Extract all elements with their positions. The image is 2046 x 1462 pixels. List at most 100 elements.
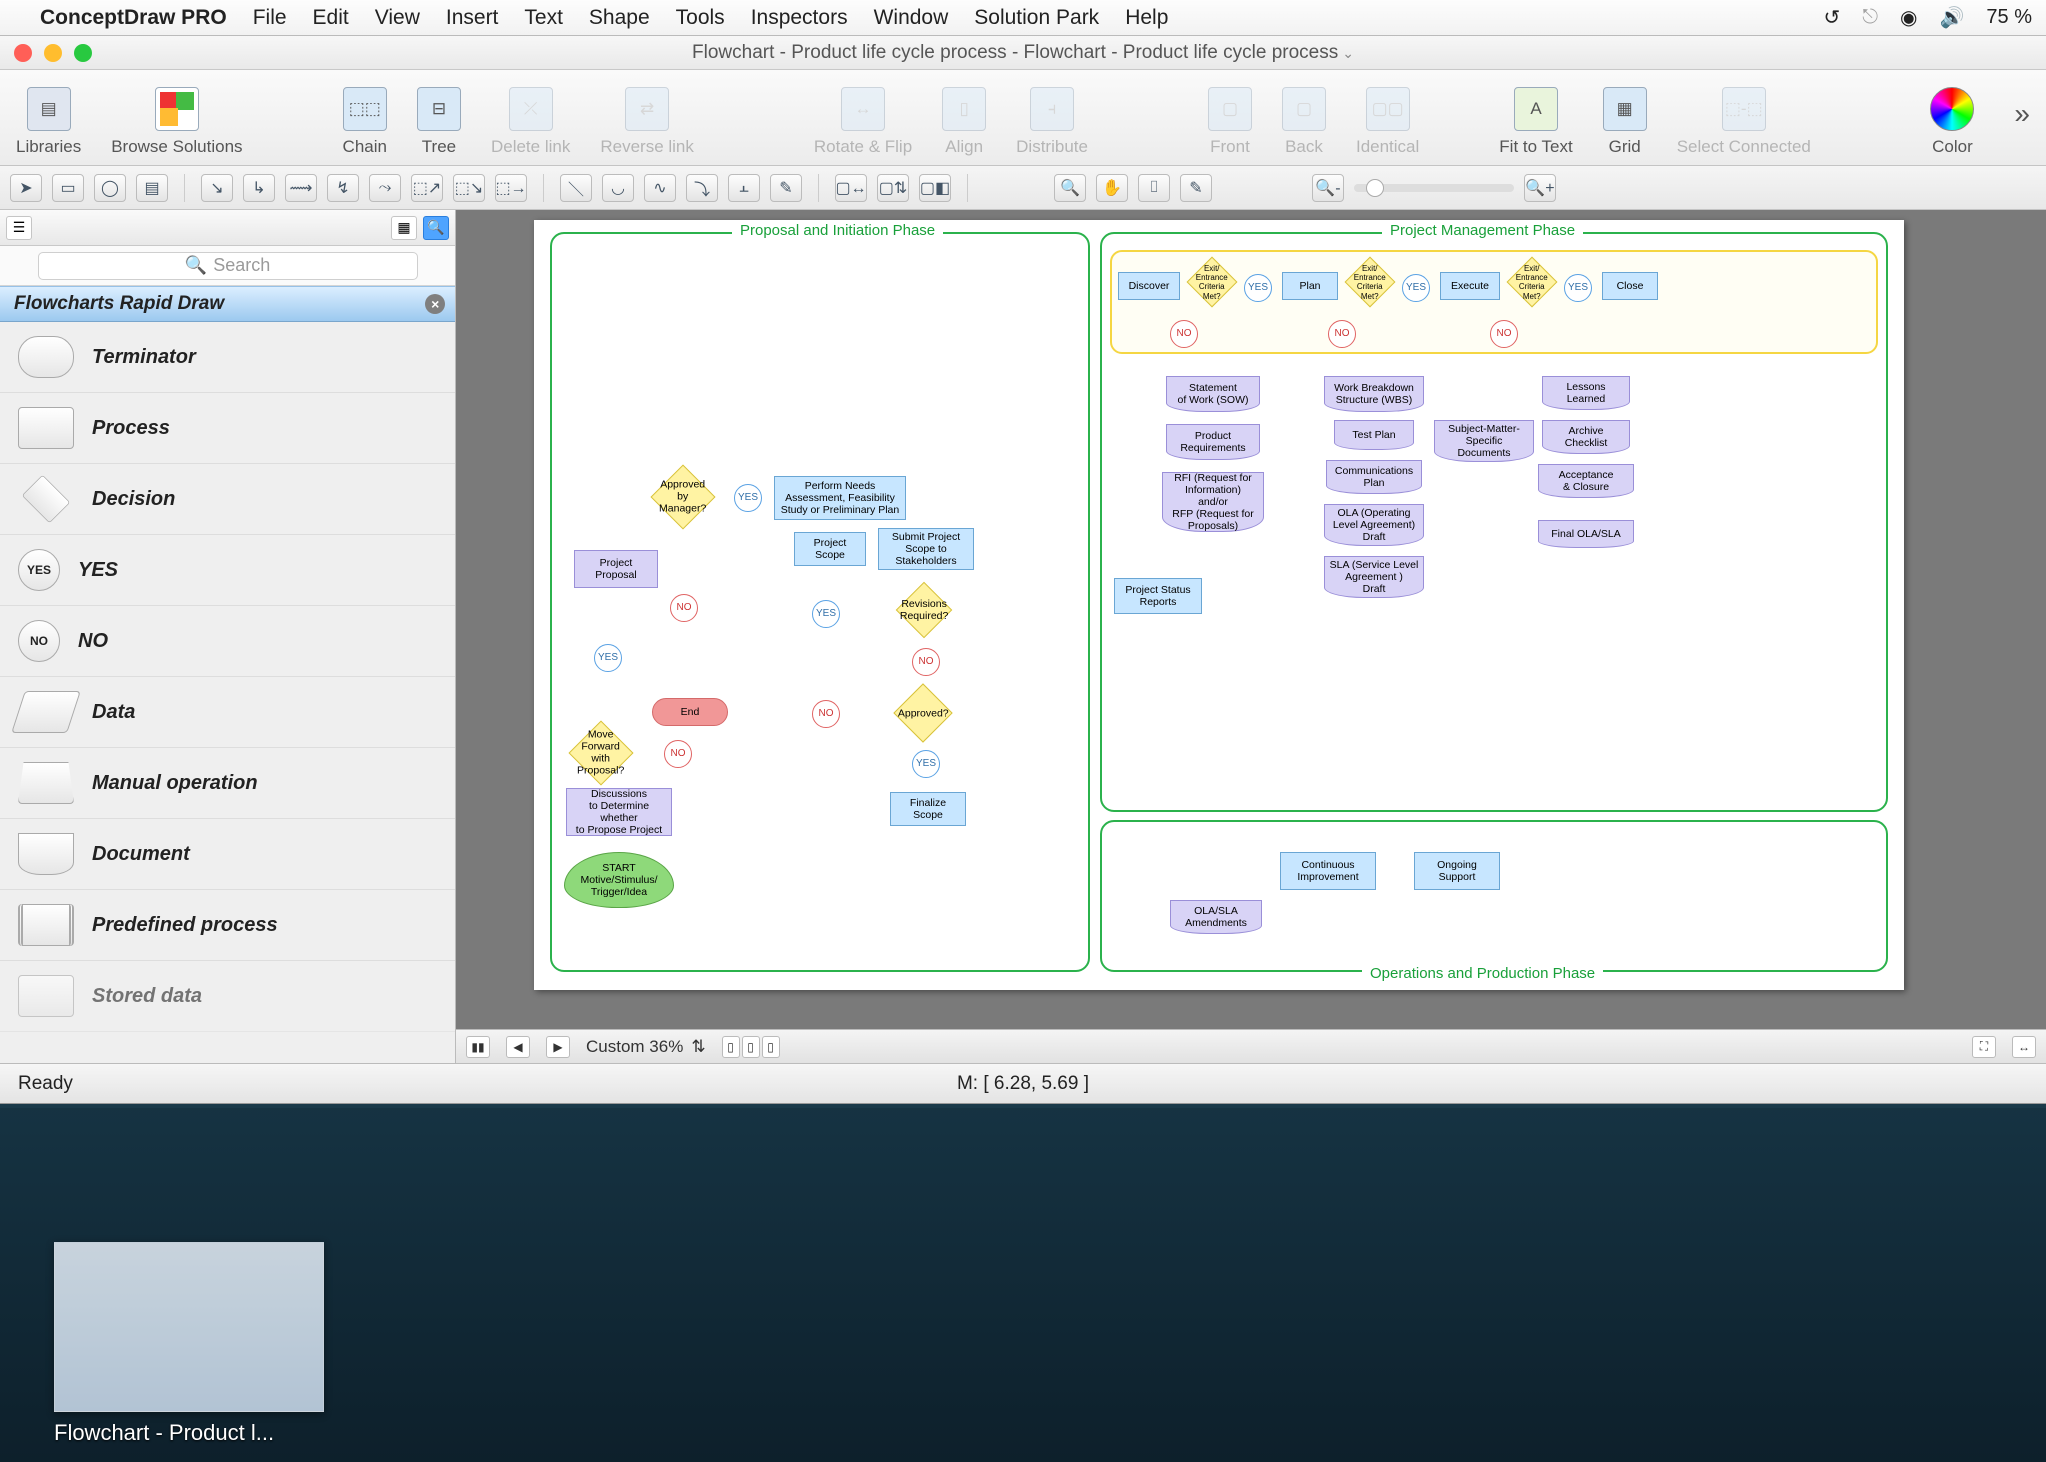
drawing-page[interactable]: Proposal and Initiation Phase Project Ma… bbox=[534, 220, 1904, 990]
node-comm[interactable]: Communications Plan bbox=[1326, 460, 1422, 494]
no-circle-7[interactable]: NO bbox=[1490, 320, 1518, 348]
node-discover[interactable]: Discover bbox=[1118, 272, 1180, 300]
node-prodreq[interactable]: Product Requirements bbox=[1166, 424, 1260, 460]
line-tool-icon[interactable]: ＼ bbox=[560, 174, 592, 202]
no-circle-5[interactable]: NO bbox=[1170, 320, 1198, 348]
stamp-tool-icon[interactable]: ⌷ bbox=[1138, 174, 1170, 202]
conn-tool-3-icon[interactable]: ⟿ bbox=[285, 174, 317, 202]
page-pause-icon[interactable]: ▮▮ bbox=[466, 1036, 490, 1058]
node-cont-improvement[interactable]: Continuous Improvement bbox=[1280, 852, 1376, 890]
menu-inspectors[interactable]: Inspectors bbox=[751, 6, 848, 30]
zoom-level-label[interactable]: Custom 36% bbox=[586, 1037, 683, 1057]
node-sla[interactable]: SLA (Service Level Agreement ) Draft bbox=[1324, 556, 1424, 598]
libraries-button[interactable]: ▤Libraries bbox=[16, 87, 81, 157]
zoom-stepper-icon[interactable]: ⇅ bbox=[691, 1037, 705, 1057]
shape-decision[interactable]: Decision bbox=[0, 464, 455, 535]
browse-solutions-button[interactable]: Browse Solutions bbox=[111, 87, 242, 157]
shape-data[interactable]: Data bbox=[0, 677, 455, 748]
sidebar-view-list-icon[interactable]: ☰ bbox=[6, 216, 32, 240]
app-name[interactable]: ConceptDraw PRO bbox=[40, 6, 227, 30]
node-rfi[interactable]: RFI (Request for Information) and/or RFP… bbox=[1162, 472, 1264, 532]
yes-circle-6[interactable]: YES bbox=[1402, 274, 1430, 302]
bezier-tool-icon[interactable]: ⤵ bbox=[686, 174, 718, 202]
conn-tool-5-icon[interactable]: ⤳ bbox=[369, 174, 401, 202]
node-move-forward[interactable]: Move Forward with Proposal? bbox=[568, 720, 633, 785]
node-execute[interactable]: Execute bbox=[1440, 272, 1500, 300]
sidebar-search-tab-icon[interactable]: 🔍 bbox=[423, 216, 449, 240]
node-accept[interactable]: Acceptance & Closure bbox=[1538, 464, 1634, 498]
menu-window[interactable]: Window bbox=[874, 6, 949, 30]
shape-stored-data[interactable]: Stored data bbox=[0, 961, 455, 1032]
node-close[interactable]: Close bbox=[1602, 272, 1658, 300]
menu-shape[interactable]: Shape bbox=[589, 6, 650, 30]
shape-manual-operation[interactable]: Manual operation bbox=[0, 748, 455, 819]
node-sme[interactable]: Subject-Matter- Specific Documents bbox=[1434, 420, 1534, 462]
canvas-area[interactable]: Proposal and Initiation Phase Project Ma… bbox=[456, 210, 2046, 1063]
conn-tool-6-icon[interactable]: ⬚↗ bbox=[411, 174, 443, 202]
no-circle-1[interactable]: NO bbox=[664, 740, 692, 768]
menu-file[interactable]: File bbox=[253, 6, 287, 30]
fit-page-icon[interactable]: ⛶ bbox=[1972, 1036, 1996, 1058]
wifi-icon[interactable]: ◉ bbox=[1900, 5, 1917, 30]
toolbar-overflow-icon[interactable]: » bbox=[2014, 98, 2030, 130]
zoom-slider[interactable] bbox=[1354, 184, 1514, 192]
library-search-input[interactable]: 🔍Search bbox=[38, 252, 418, 280]
no-circle-6[interactable]: NO bbox=[1328, 320, 1356, 348]
dock-thumbnail[interactable]: Flowchart - Product l... bbox=[54, 1242, 324, 1446]
node-testplan[interactable]: Test Plan bbox=[1334, 420, 1414, 450]
yes-circle-5[interactable]: YES bbox=[1244, 274, 1272, 302]
color-wheel-icon[interactable] bbox=[1930, 87, 1974, 131]
menu-text[interactable]: Text bbox=[524, 6, 563, 30]
menu-help[interactable]: Help bbox=[1125, 6, 1168, 30]
zoom-out-icon[interactable]: 🔍- bbox=[1312, 174, 1344, 202]
freehand-tool-icon[interactable]: ✎ bbox=[770, 174, 802, 202]
grid-button[interactable]: ▦Grid bbox=[1603, 87, 1647, 157]
node-archive[interactable]: Archive Checklist bbox=[1542, 420, 1630, 454]
sidebar-view-grid-icon[interactable]: ▦ bbox=[391, 216, 417, 240]
history-icon[interactable]: ↺ bbox=[1823, 5, 1840, 30]
yes-circle-2[interactable]: YES bbox=[734, 484, 762, 512]
shape-yes[interactable]: YESYES bbox=[0, 535, 455, 606]
fit-width-icon[interactable]: ↔ bbox=[2012, 1036, 2036, 1058]
node-proposal[interactable]: Project Proposal bbox=[574, 550, 658, 588]
page-next-icon[interactable]: ▶ bbox=[546, 1036, 570, 1058]
zoom-in-icon[interactable]: 🔍+ bbox=[1524, 174, 1556, 202]
library-header[interactable]: Flowcharts Rapid Draw × bbox=[0, 286, 455, 322]
page-prev-icon[interactable]: ◀ bbox=[506, 1036, 530, 1058]
no-circle-4[interactable]: NO bbox=[812, 700, 840, 728]
shape-no[interactable]: NONO bbox=[0, 606, 455, 677]
window-title[interactable]: Flowchart - Product life cycle process -… bbox=[692, 42, 1338, 63]
shape-process[interactable]: Process bbox=[0, 393, 455, 464]
yes-circle-4[interactable]: YES bbox=[912, 750, 940, 778]
spline-tool-icon[interactable]: ∿ bbox=[644, 174, 676, 202]
menu-insert[interactable]: Insert bbox=[446, 6, 499, 30]
node-amend[interactable]: OLA/SLA Amendments bbox=[1170, 900, 1262, 934]
volume-icon[interactable]: 🔊 bbox=[1940, 5, 1965, 30]
close-library-icon[interactable]: × bbox=[425, 294, 445, 314]
no-circle-3[interactable]: NO bbox=[912, 648, 940, 676]
hand-tool-icon[interactable]: ✋ bbox=[1096, 174, 1128, 202]
bluetooth-icon[interactable]: ⎋ bbox=[1862, 6, 1878, 29]
no-circle-2[interactable]: NO bbox=[670, 594, 698, 622]
text-tool-icon[interactable]: ▤ bbox=[136, 174, 168, 202]
conn-tool-7-icon[interactable]: ⬚↘ bbox=[453, 174, 485, 202]
shape-terminator[interactable]: Terminator bbox=[0, 322, 455, 393]
pointer-tool-icon[interactable]: ➤ bbox=[10, 174, 42, 202]
zoom-tool-icon[interactable]: 🔍 bbox=[1054, 174, 1086, 202]
yes-circle-7[interactable]: YES bbox=[1564, 274, 1592, 302]
conn-tool-4-icon[interactable]: ↯ bbox=[327, 174, 359, 202]
chain-button[interactable]: ⬚⬚Chain bbox=[343, 87, 387, 157]
node-finalize[interactable]: Finalize Scope bbox=[890, 792, 966, 826]
conn-tool-2-icon[interactable]: ↳ bbox=[243, 174, 275, 202]
fit-to-text-button[interactable]: AFit to Text bbox=[1499, 87, 1572, 157]
node-wbs[interactable]: Work Breakdown Structure (WBS) bbox=[1324, 376, 1424, 412]
menu-tools[interactable]: Tools bbox=[676, 6, 725, 30]
node-status[interactable]: Project Status Reports bbox=[1114, 578, 1202, 614]
menu-view[interactable]: View bbox=[375, 6, 420, 30]
eyedropper-tool-icon[interactable]: ✎ bbox=[1180, 174, 1212, 202]
conn-tool-1-icon[interactable]: ↘ bbox=[201, 174, 233, 202]
rect-tool-icon[interactable]: ▭ bbox=[52, 174, 84, 202]
node-sow[interactable]: Statement of Work (SOW) bbox=[1166, 376, 1260, 412]
ellipse-tool-icon[interactable]: ◯ bbox=[94, 174, 126, 202]
snap-tool-3-icon[interactable]: ▢◧ bbox=[919, 174, 951, 202]
